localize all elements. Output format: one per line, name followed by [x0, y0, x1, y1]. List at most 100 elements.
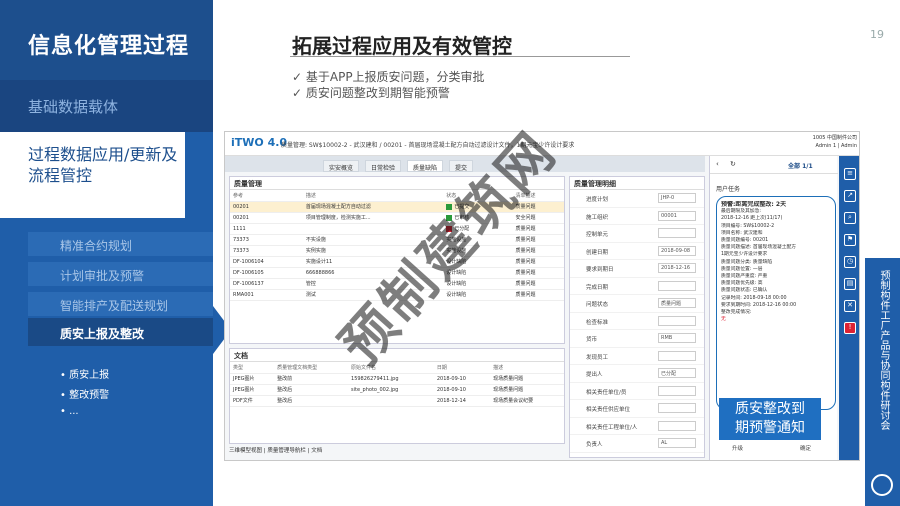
table-row[interactable]: RMA001 测试 设计缺陷 质量问题: [230, 289, 564, 301]
app-screenshot: iTWO 4.0 质量管理: SW$10002-2 - 武汉建和 / 00201…: [224, 131, 860, 461]
back-icon[interactable]: ‹: [716, 160, 719, 168]
col-header: 类型: [230, 362, 275, 374]
field-input[interactable]: 已分配: [658, 368, 696, 378]
form-row: 提出人 已分配: [570, 365, 704, 383]
col-header: 日期: [433, 362, 491, 374]
share-icon[interactable]: ↗: [844, 190, 856, 202]
app-header: iTWO 4.0 质量管理: SW$10002-2 - 武汉建和 / 00201…: [225, 132, 859, 156]
form-row: 相关责任供应单位: [570, 400, 704, 418]
col-header: 质量管理文档类型: [274, 362, 349, 374]
field-input[interactable]: [658, 315, 696, 326]
field-input[interactable]: [658, 420, 696, 431]
documents-panel: 文档 类型 质量管理文档类型 原始文件名 日期 描述 JPEG图片 整改前 1598…: [229, 348, 565, 444]
form-row: 要求到期日 2018-12-16: [570, 260, 704, 278]
form-row: 进度计划 JHP-0: [570, 190, 704, 208]
sidebar-bullet: • ...: [60, 406, 79, 417]
document-icon[interactable]: ▤: [844, 278, 856, 290]
sidebar-item-plan[interactable]: 计划审批及预警: [28, 262, 213, 286]
table-row[interactable]: 1111 已分配 质量问题: [230, 223, 564, 235]
sidebar-title: 信息化管理过程: [0, 0, 213, 80]
col-header: 描述: [490, 362, 564, 374]
form-row: 施工组织 00001: [570, 208, 704, 225]
form-row: 相关责任工程单位/人: [570, 418, 704, 435]
callout-label: 质安整改到 期预警通知: [719, 398, 821, 440]
title-divider: [290, 56, 630, 57]
table-row[interactable]: PDF文件 整改后 2018-12-14 现场质量会议纪要: [230, 395, 564, 407]
tab-defects[interactable]: 质量缺陷: [407, 160, 444, 172]
field-input[interactable]: [658, 350, 696, 361]
alert-icon[interactable]: !: [844, 322, 856, 334]
field-input[interactable]: AL: [658, 438, 696, 448]
sidebar-section-active[interactable]: 过程数据应用/更新及流程管控: [0, 132, 185, 218]
bottom-tabs: 三维模型视图 | 质量管理导航栏 | 文档: [229, 448, 323, 454]
quality-list-panel: 质量管理 参考 描述 状态 清单描述 00201 首届现场混凝土配方自动过滤 已提交…: [229, 176, 565, 344]
field-input[interactable]: [658, 403, 696, 413]
vertical-text: 预制构件工厂产品与协同构件研讨会: [878, 270, 889, 430]
field-input[interactable]: [658, 228, 696, 238]
col-header: 描述: [302, 190, 444, 202]
table-row[interactable]: JPEG图片 整改前 159826279411.jpg 2018-09-10 现场质量问…: [230, 373, 564, 385]
table-row[interactable]: DF-1006137 管控 设计缺陷 质量问题: [230, 278, 564, 290]
form-row: 创建日期 2018-09-08: [570, 243, 704, 260]
check-item: ✓ 质安问题整改到期智能预警: [292, 86, 450, 100]
flag-icon[interactable]: ⚑: [844, 234, 856, 246]
table-row[interactable]: 73373 不实设施 实施设施 质量问题: [230, 234, 564, 246]
nav-icon[interactable]: ≡: [844, 168, 856, 180]
tab-quality-nav[interactable]: 质量管理导航栏: [267, 448, 306, 454]
field-input[interactable]: 2018-09-08: [658, 245, 696, 256]
company-info: 1005 中国制件公司 Admin 1 | Admin: [812, 135, 857, 149]
panel-title: 质量管理明细: [570, 177, 704, 190]
tab-3d-view[interactable]: 三维模型视图: [229, 448, 262, 454]
sidebar-bullet: • 质安上报: [60, 370, 110, 381]
sidebar-bullet: • 整改预警: [60, 390, 110, 401]
field-input[interactable]: 2018-12-16: [658, 263, 696, 273]
tab-submit[interactable]: 提交: [449, 160, 474, 172]
check-icon: ✓: [292, 70, 306, 84]
quality-table: 参考 描述 状态 清单描述 00201 首届现场混凝土配方自动过滤 已提交 质量问题 …: [230, 190, 564, 301]
task-count: 全部 1/1: [788, 163, 813, 170]
form-row: 控制单元: [570, 225, 704, 243]
escalate-button[interactable]: 升级: [732, 444, 743, 452]
table-header: 类型 质量管理文档类型 原始文件名 日期 描述: [230, 362, 564, 374]
warning-message-box[interactable]: 预警:距离完成整改: 2天 最后期限及其加急: 2018-12-16 距上次(1…: [716, 196, 836, 410]
field-input[interactable]: JHP-0: [658, 193, 696, 203]
col-header: 原始文件名: [348, 362, 434, 374]
clock-icon[interactable]: ◷: [844, 256, 856, 268]
sidebar-item-scheduling[interactable]: 智能排产及配送规划: [28, 292, 213, 316]
search-icon[interactable]: ⌕: [844, 212, 856, 224]
page-number: 19: [870, 28, 884, 41]
quality-detail-panel: 质量管理明细 进度计划 JHP-0 施工组织 00001 控制单元 创建日期 2018…: [569, 176, 705, 458]
table-row[interactable]: JPEG图片 整改后 site_photo_002.jpg 2018-09-10 现场质…: [230, 384, 564, 396]
settings-icon[interactable]: ✕: [844, 300, 856, 312]
refresh-icon[interactable]: ↻: [730, 160, 736, 168]
tab-documents[interactable]: 文档: [311, 448, 322, 454]
sidebar-item-contract[interactable]: 精准合约规划: [28, 232, 213, 256]
field-input[interactable]: 质量问题: [658, 298, 696, 308]
field-input[interactable]: [658, 385, 696, 396]
sidebar-section-basic[interactable]: 基础数据载体: [0, 80, 213, 132]
field-input[interactable]: [658, 280, 696, 291]
form-row: 相关责任单位/员: [570, 383, 704, 400]
field-input[interactable]: RMB: [658, 333, 696, 343]
form-row: 检查标准: [570, 313, 704, 330]
table-row[interactable]: DF-1006104 实施设计11 设计缺陷 质量问题: [230, 256, 564, 268]
check-item: ✓ 基于APP上报质安问题，分类审批: [292, 70, 485, 84]
form-row: 问题状态 质量问题: [570, 295, 704, 313]
table-row[interactable]: 00201 首届现场混凝土配方自动过滤 已提交 质量问题: [230, 201, 564, 213]
task-buttons: 升级 确定: [710, 442, 838, 456]
status-check-icon: [446, 203, 453, 210]
icon-strip: ≡ ↗ ⌕ ⚑ ◷ ▤ ✕ !: [839, 156, 859, 460]
field-input[interactable]: 00001: [658, 210, 696, 221]
table-row[interactable]: 00201 项目管理制度，检测实施工... 已审核 安全问题: [230, 212, 564, 224]
col-header: [500, 190, 513, 202]
sidebar-item-active[interactable]: 质安上报及整改: [28, 318, 213, 346]
panel-title: 文档: [230, 349, 564, 362]
tab-overview[interactable]: 实安概览: [323, 160, 360, 172]
form-row: 负责人 AL: [570, 435, 704, 453]
tab-inspection[interactable]: 日常检验: [365, 160, 402, 172]
confirm-button[interactable]: 确定: [800, 444, 811, 452]
table-header: 参考 描述 状态 清单描述: [230, 190, 564, 202]
table-row[interactable]: 73373 实例实施 实施设施 质量问题: [230, 245, 564, 257]
status-assigned-icon: [446, 225, 453, 232]
table-row[interactable]: DF-1006105 666888866 设计缺陷 质量问题: [230, 267, 564, 279]
